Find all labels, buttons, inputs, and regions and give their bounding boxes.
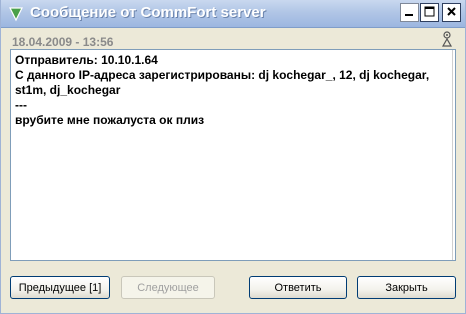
title-bar[interactable]: Сообщение от CommFort server: [1, 0, 465, 28]
person-icon[interactable]: [441, 31, 453, 47]
maximize-button[interactable]: [420, 3, 439, 22]
message-line-body: врубите мне пожалуста ок плиз: [15, 113, 205, 127]
down-arrow-icon: [7, 4, 25, 22]
window-title: Сообщение от CommFort server: [30, 4, 266, 21]
message-line-separator: ---: [15, 98, 27, 112]
scrollbar-edge: [452, 50, 455, 260]
minimize-button[interactable]: [400, 3, 419, 22]
close-window-button[interactable]: Закрыть: [357, 276, 456, 299]
previous-button[interactable]: Предыдущее [1]: [10, 276, 110, 299]
close-icon: [446, 4, 457, 22]
close-button[interactable]: [442, 3, 461, 22]
minimize-icon: [404, 4, 415, 22]
message-window: Сообщение от CommFort server 18.04.2009 …: [0, 0, 466, 314]
message-line-sender: Отправитель: 10.10.1.64: [15, 53, 158, 67]
message-date: 18.04.2009 - 13:56: [12, 35, 114, 49]
maximize-icon: [424, 4, 435, 22]
reply-button[interactable]: Ответить: [249, 276, 347, 299]
message-line-registered: С данного IP-адреса зарегистрированы: dj…: [15, 68, 430, 97]
message-text-area[interactable]: Отправитель: 10.10.1.64 С данного IP-адр…: [10, 49, 456, 261]
next-button[interactable]: Следующее: [121, 276, 215, 299]
